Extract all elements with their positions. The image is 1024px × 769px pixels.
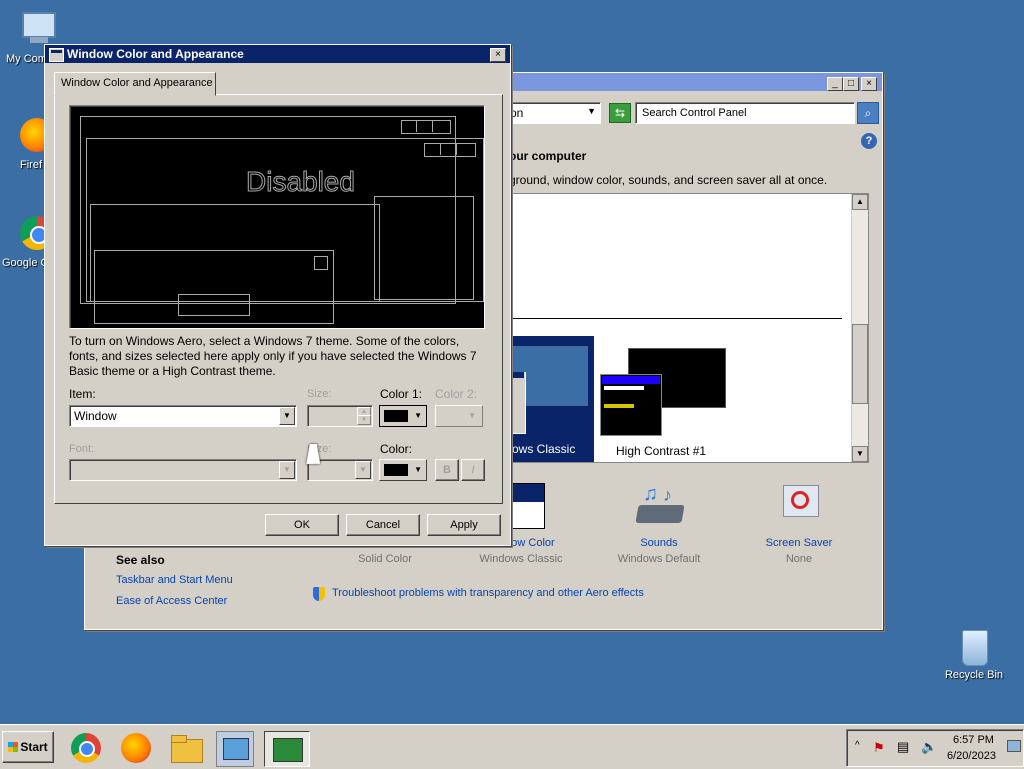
chevron-down-icon[interactable]: ▼ [587,106,596,116]
search-input[interactable]: Search Control Panel [635,102,855,124]
appearance-preview[interactable]: Disabled [69,105,485,329]
cancel-button[interactable]: Cancel [346,514,420,536]
aero-description: To turn on Windows Aero, select a Window… [69,334,477,378]
search-placeholder: Search Control Panel [642,107,747,119]
color2-label: Color 2: [435,387,478,401]
minimize-button[interactable]: _ [827,77,843,91]
bottom-item-sub: Windows Default [617,553,701,565]
size-label: Size: [307,388,332,400]
size-spinner[interactable]: ▲ ▼ [307,405,373,427]
italic-button[interactable]: I [461,459,485,481]
spin-down-icon[interactable]: ▼ [357,415,371,425]
theme-item-classic[interactable]: ows Classic [510,336,594,462]
start-label: Start [20,740,48,754]
chevron-down-icon[interactable]: ▼ [279,407,295,425]
page-title: our computer [509,149,587,163]
network-icon[interactable]: ▤ [897,739,909,755]
item-select[interactable]: Window ▼ [69,405,297,427]
chevron-down-icon: ▼ [468,411,476,420]
address-text: on [510,106,524,120]
dialog-titlebar[interactable]: Window Color and Appearance [45,45,510,63]
taskbar-appearance-icon[interactable] [264,731,310,767]
taskbar-chrome-icon[interactable] [68,731,104,765]
taskbar-control-panel-icon[interactable] [216,731,254,767]
dialog-title: Window Color and Appearance [67,47,244,61]
sounds-icon: ♫ ♪ [635,483,685,529]
taskbar: Start ^ ⚑ ▤ 🔈 6:57 PM 6/20/2023 [0,724,1024,769]
page-subtitle: ground, window color, sounds, and screen… [509,173,828,187]
font-select[interactable]: ▼ [69,459,297,481]
theme-divider [512,318,842,319]
appearance-dialog: Window Color and Appearance × Window Col… [44,44,511,546]
bottom-item-screen-saver[interactable]: Screen Saver None [739,479,859,569]
theme-label: ows Classic [512,442,576,456]
windows-logo-icon [8,742,19,752]
help-icon[interactable]: ? [861,133,877,149]
screen-saver-icon [779,483,821,525]
preview-ok-button [178,294,250,316]
chevron-up-icon[interactable]: ^ [855,740,860,751]
maximize-button[interactable]: □ [843,77,859,91]
color1-label: Color 1: [380,387,423,401]
theme-label: High Contrast #1 [616,444,707,458]
clock-date[interactable]: 6/20/2023 [947,750,996,762]
clock-time[interactable]: 6:57 PM [953,734,994,746]
system-tray: ^ ⚑ ▤ 🔈 6:57 PM 6/20/2023 [846,729,1024,767]
see-also-link-taskbar[interactable]: Taskbar and Start Menu [116,574,233,586]
taskbar-firefox-icon[interactable] [118,731,154,765]
color1-button[interactable]: ▼ [379,405,427,427]
desktop-icon-recycle-bin[interactable]: Recycle Bin [936,626,1012,681]
item-label: Item: [69,387,96,401]
address-bar[interactable]: on ▼ [505,102,601,124]
bottom-item-title: Screen Saver [765,537,833,549]
color2-button[interactable]: ▼ [435,405,483,427]
see-also-title: See also [116,553,165,567]
tab-window-color-appearance[interactable]: Window Color and Appearance [54,72,216,96]
bottom-item-sub: None [785,553,813,565]
font-color-button[interactable]: ▼ [379,459,427,481]
theme-list[interactable]: ows Classic High Contrast #1 ▲ ▼ [509,193,869,463]
refresh-icon[interactable]: ⇆ [609,103,631,123]
ok-button[interactable]: OK [265,514,339,536]
chevron-down-icon: ▼ [414,465,422,474]
bottom-item-sounds[interactable]: ♫ ♪ Sounds Windows Default [599,479,719,569]
shield-icon [313,587,325,601]
bold-button[interactable]: B [435,459,459,481]
theme-item-high-contrast-1[interactable]: High Contrast #1 [600,344,740,462]
preview-disabled-label: Disabled [246,166,356,198]
action-center-flag-icon[interactable]: ⚑ [873,740,885,756]
taskbar-explorer-icon[interactable] [168,731,204,765]
font-color-label: Color: [380,442,413,456]
chevron-down-icon[interactable]: ▼ [279,461,295,479]
dialog-close-button[interactable]: × [490,48,506,62]
chevron-down-icon: ▼ [414,411,422,420]
recycle-bin-icon [954,626,994,666]
show-desktop-icon[interactable] [1007,740,1021,752]
tab-label: Window Color and Appearance [61,77,213,89]
apply-button[interactable]: Apply [427,514,501,536]
preview-scroll-panel [374,196,474,300]
dialog-app-icon [49,48,64,62]
bottom-item-title: Sounds [640,537,678,549]
item-select-value: Window [74,409,117,423]
bottom-item-sub: Windows Classic [479,553,563,565]
desktop-icon-label: Recycle Bin [944,669,1004,681]
font-label: Font: [69,443,95,455]
close-button[interactable]: × [861,77,877,91]
troubleshoot-link[interactable]: Troubleshoot problems with transparency … [332,587,644,599]
volume-icon[interactable]: 🔈 [921,739,937,755]
see-also-link-ease-of-access[interactable]: Ease of Access Center [116,595,227,607]
start-button[interactable]: Start [2,731,54,763]
window-color-icon [507,483,545,529]
chevron-down-icon[interactable]: ▼ [355,461,371,479]
theme-list-scrollbar[interactable]: ▲ ▼ [851,194,868,462]
search-icon[interactable]: ⌕ [857,102,879,124]
bottom-item-sub: Solid Color [358,553,412,565]
